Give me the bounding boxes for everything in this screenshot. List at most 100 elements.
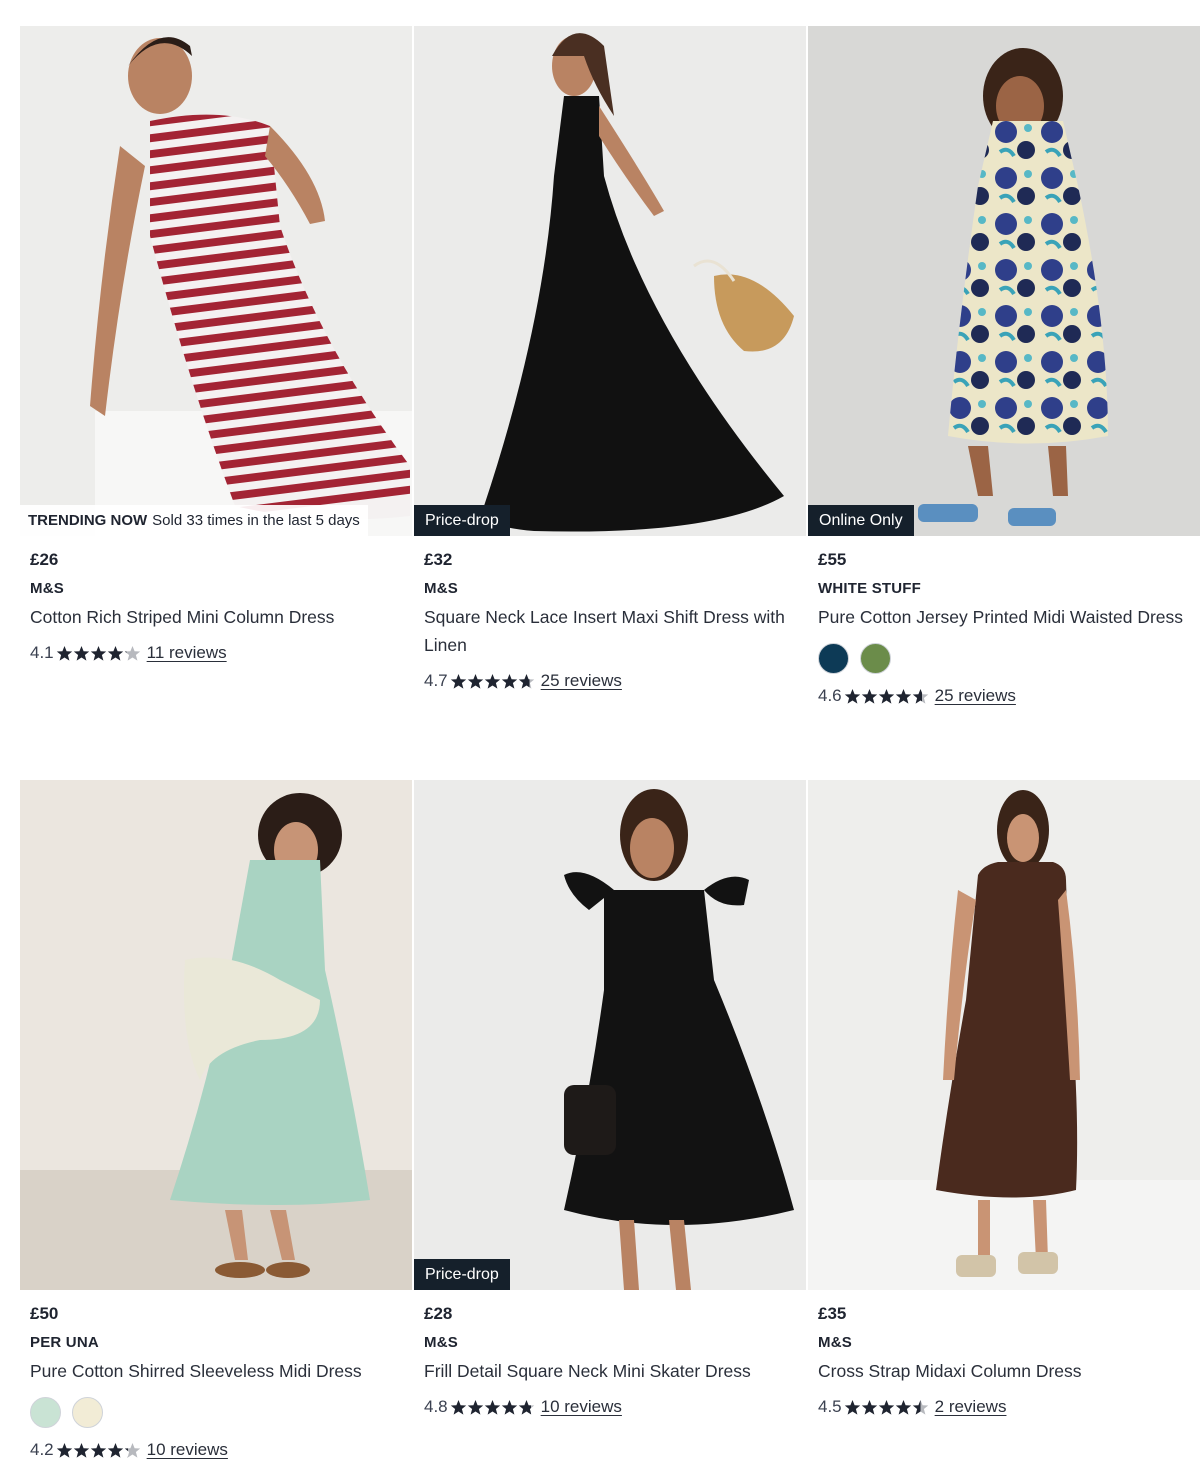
star-icon [501, 1399, 517, 1415]
product-badge: Online Only [808, 505, 914, 536]
star-icon [895, 1399, 911, 1415]
product-photo [808, 780, 1200, 1290]
star-icon [861, 1399, 877, 1415]
product-brand: WHITE STUFF [818, 580, 922, 597]
reviews-link[interactable]: 10 reviews [147, 1440, 228, 1460]
rating-stars [56, 1442, 141, 1459]
star-icon [107, 645, 123, 661]
product-badge: Price-drop [414, 1259, 510, 1290]
reviews-link[interactable]: 10 reviews [541, 1397, 622, 1417]
product-card[interactable]: £50 PER UNA Pure Cotton Shirred Sleevele… [20, 780, 412, 1460]
product-card[interactable]: £35 M&S Cross Strap Midaxi Column Dress … [808, 780, 1200, 1417]
colour-swatch[interactable] [72, 1397, 103, 1428]
product-card[interactable]: TRENDING NOW Sold 33 times in the last 5 … [20, 26, 412, 663]
product-brand: PER UNA [30, 1334, 99, 1351]
star-icon [484, 1399, 500, 1415]
star-icon [450, 1399, 466, 1415]
colour-swatch[interactable] [860, 643, 891, 674]
star-icon [107, 1442, 123, 1458]
product-title[interactable]: Cotton Rich Striped Mini Column Dress [30, 603, 402, 631]
rating-stars [844, 688, 929, 705]
product-photo [414, 26, 806, 536]
product-image[interactable]: Price-drop [414, 26, 806, 536]
product-rating: 4.6 25 reviews [818, 686, 1190, 706]
star-icon [56, 645, 72, 661]
star-icon [90, 645, 106, 661]
product-image[interactable]: Price-drop [414, 780, 806, 1290]
star-icon [518, 1399, 534, 1415]
star-icon [895, 688, 911, 704]
star-icon [56, 1442, 72, 1458]
colour-swatches [30, 1397, 402, 1428]
rating-value: 4.8 [424, 1397, 448, 1416]
product-title[interactable]: Frill Detail Square Neck Mini Skater Dre… [424, 1357, 796, 1385]
product-info: £35 M&S Cross Strap Midaxi Column Dress … [808, 1304, 1200, 1417]
colour-swatch[interactable] [30, 1397, 61, 1428]
product-card[interactable]: Price-drop £28 M&S Frill Detail Square N… [414, 780, 806, 1417]
product-info: £50 PER UNA Pure Cotton Shirred Sleevele… [20, 1304, 412, 1460]
reviews-link[interactable]: 11 reviews [147, 643, 227, 663]
colour-swatch[interactable] [818, 643, 849, 674]
product-price: £35 [818, 1304, 847, 1323]
rating-stars [844, 1399, 929, 1416]
product-rating: 4.8 10 reviews [424, 1397, 796, 1417]
rating-stars [450, 673, 535, 690]
reviews-link[interactable]: 25 reviews [935, 686, 1016, 706]
rating-value: 4.2 [30, 1440, 54, 1459]
star-icon [912, 688, 928, 704]
product-title[interactable]: Pure Cotton Jersey Printed Midi Waisted … [818, 603, 1190, 631]
star-icon [844, 1399, 860, 1415]
product-info: £55 WHITE STUFF Pure Cotton Jersey Print… [808, 550, 1200, 706]
product-image[interactable] [20, 780, 412, 1290]
rating-stars [56, 645, 141, 662]
product-photo [414, 780, 806, 1290]
reviews-link[interactable]: 2 reviews [935, 1397, 1007, 1417]
product-info: £28 M&S Frill Detail Square Neck Mini Sk… [414, 1304, 806, 1417]
star-icon [861, 688, 877, 704]
star-icon [844, 688, 860, 704]
product-rating: 4.7 25 reviews [424, 671, 796, 691]
star-icon [124, 645, 140, 661]
product-card[interactable]: Online Only £55 WHITE STUFF Pure Cotton … [808, 26, 1200, 706]
product-card[interactable]: Price-drop £32 M&S Square Neck Lace Inse… [414, 26, 806, 691]
product-rating: 4.5 2 reviews [818, 1397, 1190, 1417]
star-icon [912, 1399, 928, 1415]
product-brand: M&S [424, 1334, 458, 1351]
product-image[interactable]: Online Only [808, 26, 1200, 536]
star-icon [501, 673, 517, 689]
product-price: £50 [30, 1304, 59, 1323]
star-icon [467, 1399, 483, 1415]
product-info: £26 M&S Cotton Rich Striped Mini Column … [20, 550, 412, 663]
product-brand: M&S [818, 1334, 852, 1351]
rating-value: 4.5 [818, 1397, 842, 1416]
star-icon [73, 645, 89, 661]
product-rating: 4.2 10 reviews [30, 1440, 402, 1460]
product-image[interactable]: TRENDING NOW Sold 33 times in the last 5 … [20, 26, 412, 536]
rating-value: 4.1 [30, 643, 54, 662]
star-icon [467, 673, 483, 689]
colour-swatches [818, 643, 1190, 674]
star-icon [73, 1442, 89, 1458]
product-info: £32 M&S Square Neck Lace Insert Maxi Shi… [414, 550, 806, 691]
trending-badge: TRENDING NOW Sold 33 times in the last 5 … [20, 505, 368, 536]
reviews-link[interactable]: 25 reviews [541, 671, 622, 691]
product-title[interactable]: Pure Cotton Shirred Sleeveless Midi Dres… [30, 1357, 402, 1385]
star-icon [90, 1442, 106, 1458]
product-image[interactable] [808, 780, 1200, 1290]
product-photo [808, 26, 1200, 536]
product-title[interactable]: Cross Strap Midaxi Column Dress [818, 1357, 1190, 1385]
product-photo [20, 780, 412, 1290]
product-price: £55 [818, 550, 847, 569]
star-icon [878, 1399, 894, 1415]
rating-stars [450, 1399, 535, 1416]
product-price: £32 [424, 550, 453, 569]
star-icon [450, 673, 466, 689]
product-photo [20, 26, 412, 536]
product-brand: M&S [30, 580, 64, 597]
product-title[interactable]: Square Neck Lace Insert Maxi Shift Dress… [424, 603, 796, 659]
star-icon [878, 688, 894, 704]
star-icon [124, 1442, 140, 1458]
rating-value: 4.7 [424, 671, 448, 690]
product-price: £26 [30, 550, 59, 569]
product-price: £28 [424, 1304, 453, 1323]
